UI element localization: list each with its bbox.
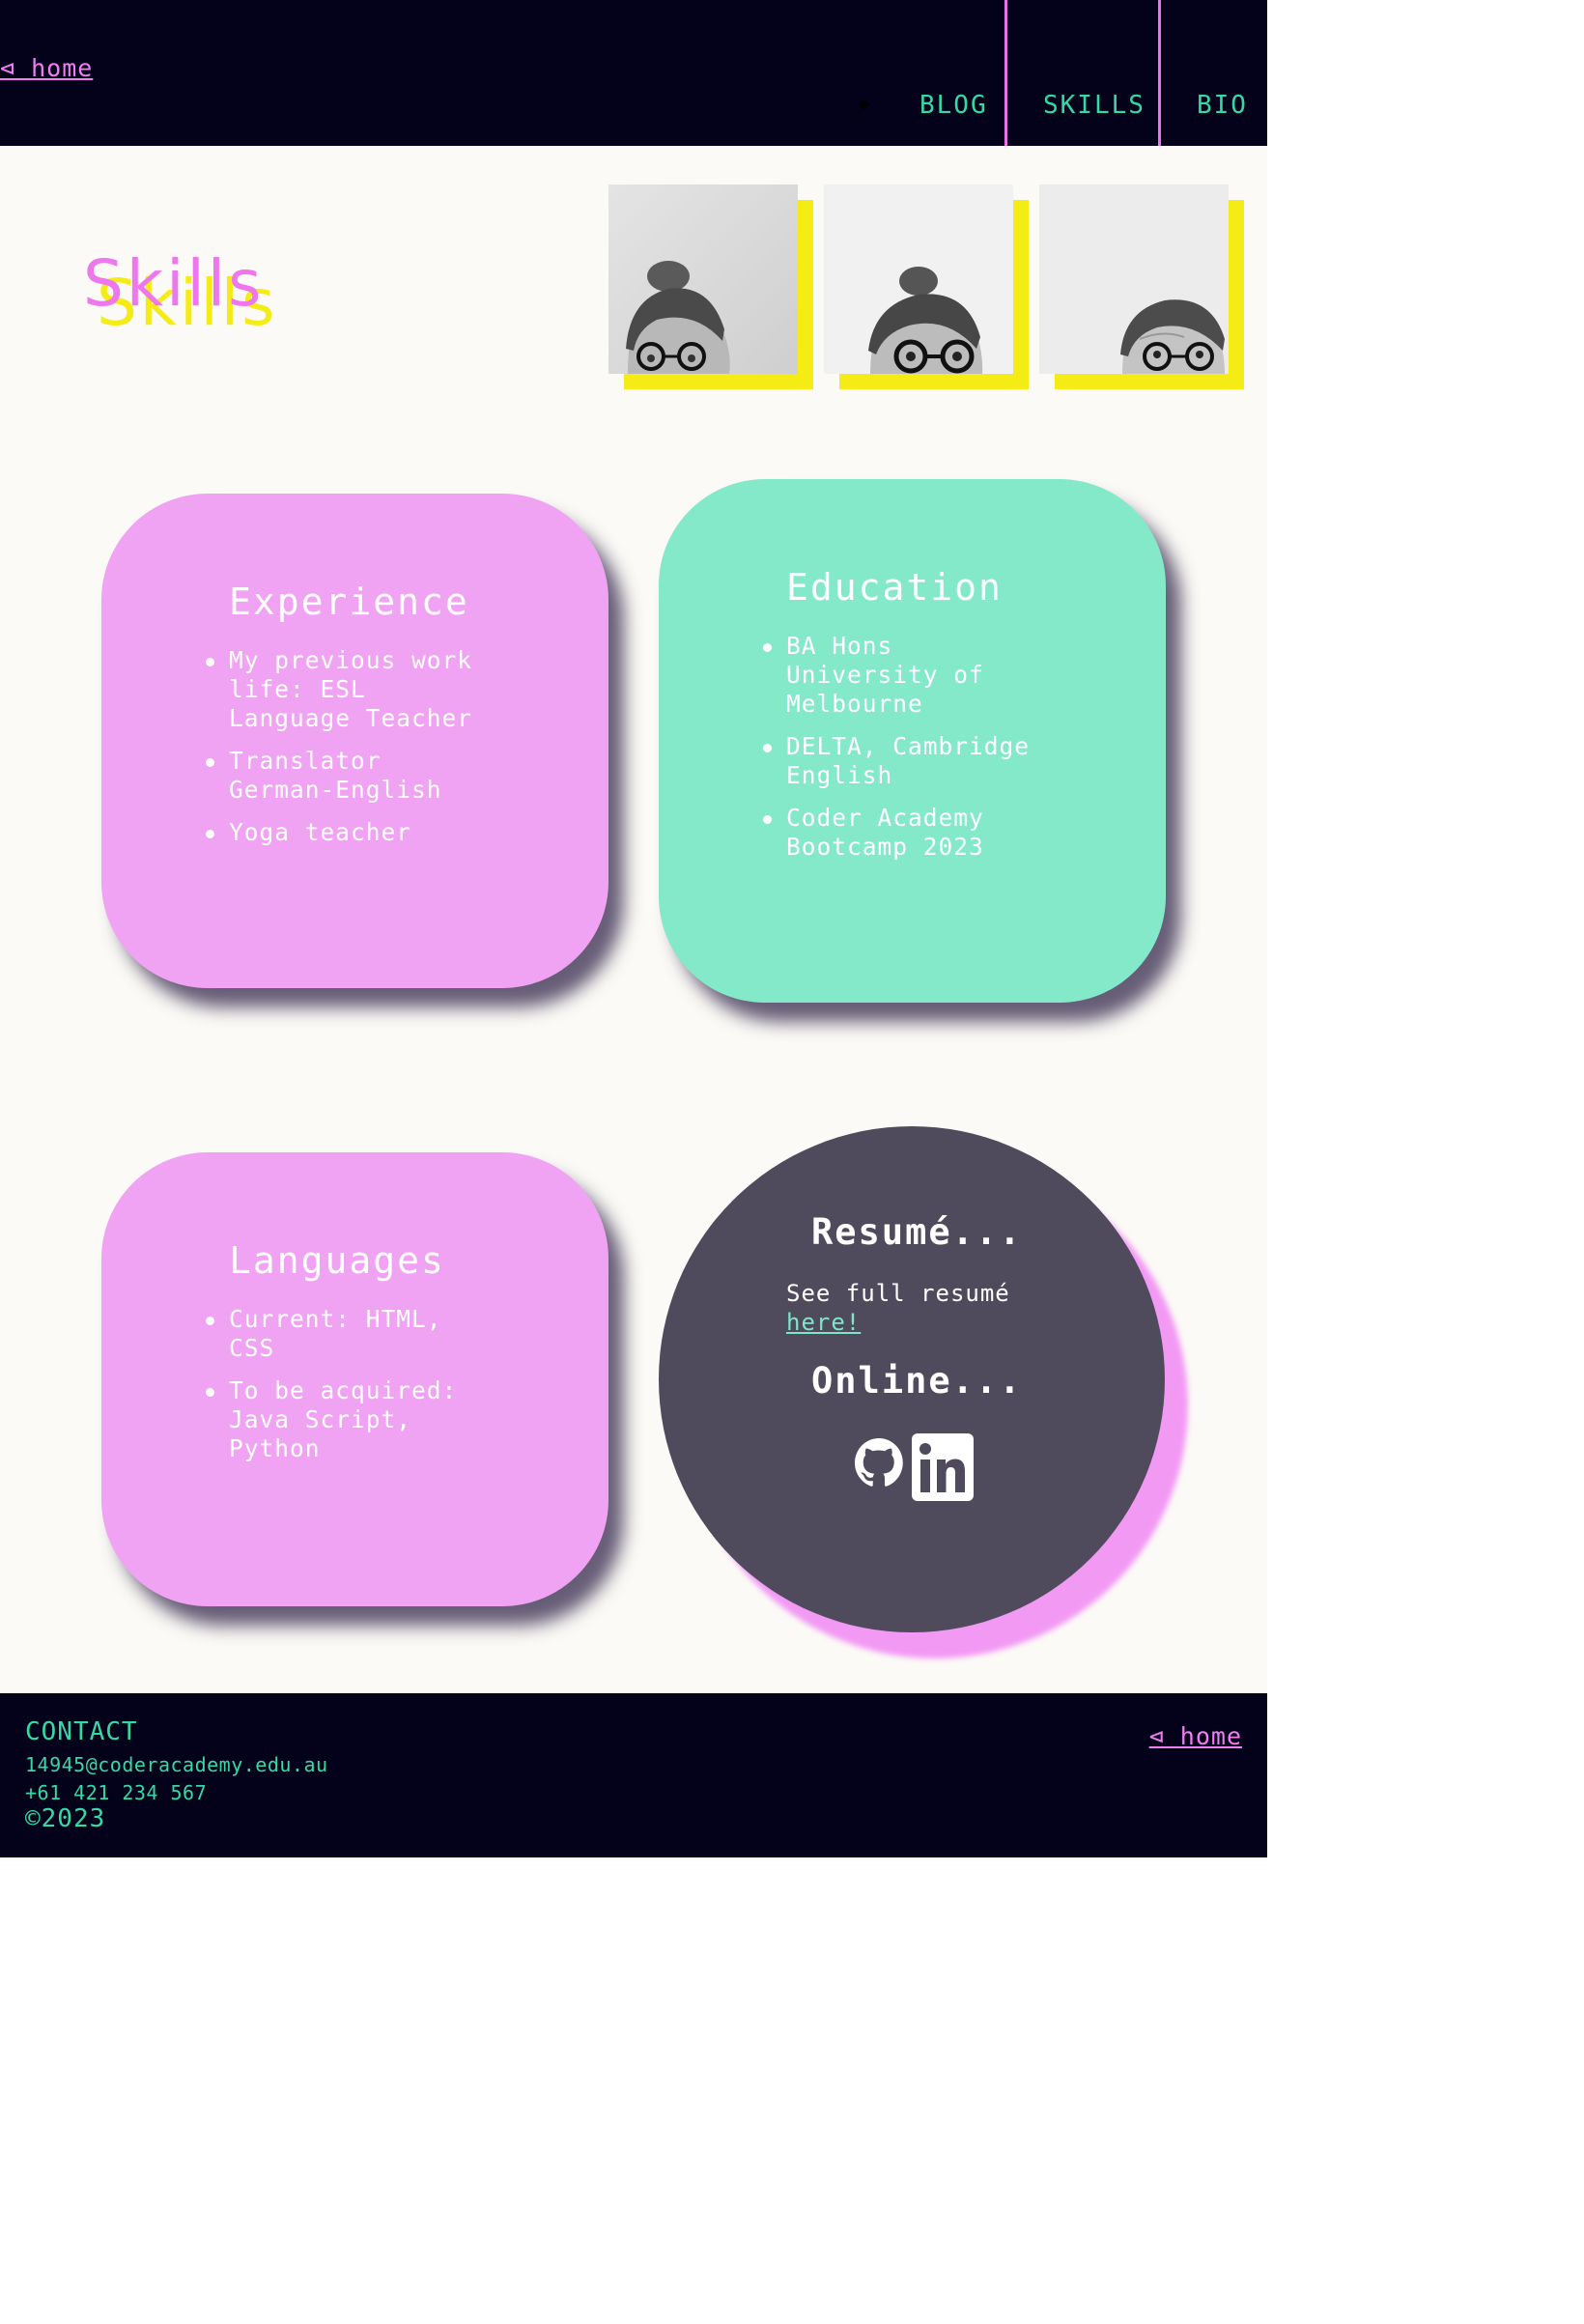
education-card: Education BA Hons University of Melbourn… [659, 479, 1166, 1003]
portrait-photo [608, 184, 798, 374]
experience-list: My previous work life: ESL Language Teac… [206, 646, 490, 847]
experience-heading: Experience [229, 581, 469, 623]
github-icon[interactable] [850, 1433, 908, 1505]
resume-circle: Resumé... See full resumé here! Online..… [659, 1126, 1165, 1632]
nav-divider [1158, 0, 1161, 146]
list-item: BA Hons University of Melbourne [763, 632, 1047, 719]
list-item: To be acquired: Java Script, Python [206, 1376, 490, 1463]
list-item: Yoga teacher [206, 818, 490, 847]
education-heading: Education [786, 566, 1003, 609]
site-header: ⊲ home BLOG SKILLS BIO [0, 0, 1267, 146]
contact-title: CONTACT [25, 1717, 138, 1746]
languages-heading: Languages [229, 1239, 445, 1282]
list-item: Coder Academy Bootcamp 2023 [763, 804, 1047, 862]
nav-skills[interactable]: SKILLS [1043, 91, 1146, 120]
contact-phone[interactable]: +61 421 234 567 [25, 1781, 207, 1804]
portrait-photo [824, 184, 1013, 374]
site-footer: CONTACT 14945@coderacademy.edu.au +61 42… [0, 1693, 1267, 1857]
list-item: Translator German-English [206, 747, 490, 805]
contact-email[interactable]: 14945@coderacademy.edu.au [25, 1753, 328, 1776]
portrait-photo [1039, 184, 1229, 374]
online-heading: Online... [811, 1360, 1023, 1402]
resume-text: See full resumé here! [786, 1279, 1010, 1337]
nav-divider [1004, 0, 1007, 146]
nav-blog[interactable]: BLOG [919, 91, 988, 120]
languages-list: Current: HTML, CSS To be acquired: Java … [206, 1305, 490, 1463]
list-item: Current: HTML, CSS [206, 1305, 490, 1363]
languages-card: Languages Current: HTML, CSS To be acqui… [101, 1152, 608, 1606]
copyright: ©2023 [25, 1804, 106, 1833]
photo-1 [608, 184, 813, 389]
linkedin-icon[interactable] [912, 1433, 974, 1505]
list-item: My previous work life: ESL Language Teac… [206, 646, 490, 733]
footer-home-link[interactable]: ⊲ home [1149, 1722, 1242, 1750]
education-list: BA Hons University of Melbourne DELTA, C… [763, 632, 1047, 862]
nav-bullet [860, 100, 868, 109]
resume-description: See full resumé [786, 1280, 1010, 1307]
resume-heading: Resumé... [811, 1211, 1023, 1253]
list-item: DELTA, Cambridge English [763, 732, 1047, 790]
resume-link[interactable]: here! [786, 1309, 861, 1336]
experience-card: Experience My previous work life: ESL La… [101, 494, 608, 988]
home-link[interactable]: ⊲ home [0, 54, 93, 82]
page: ⊲ home BLOG SKILLS BIO Skills Skills Exp… [0, 0, 1267, 1857]
nav-bio[interactable]: BIO [1197, 91, 1248, 120]
page-title: Skills [83, 246, 265, 321]
main-content: Skills Skills Experience My previous wor… [0, 146, 1267, 1693]
photo-3 [1039, 184, 1244, 389]
photo-2 [824, 184, 1029, 389]
